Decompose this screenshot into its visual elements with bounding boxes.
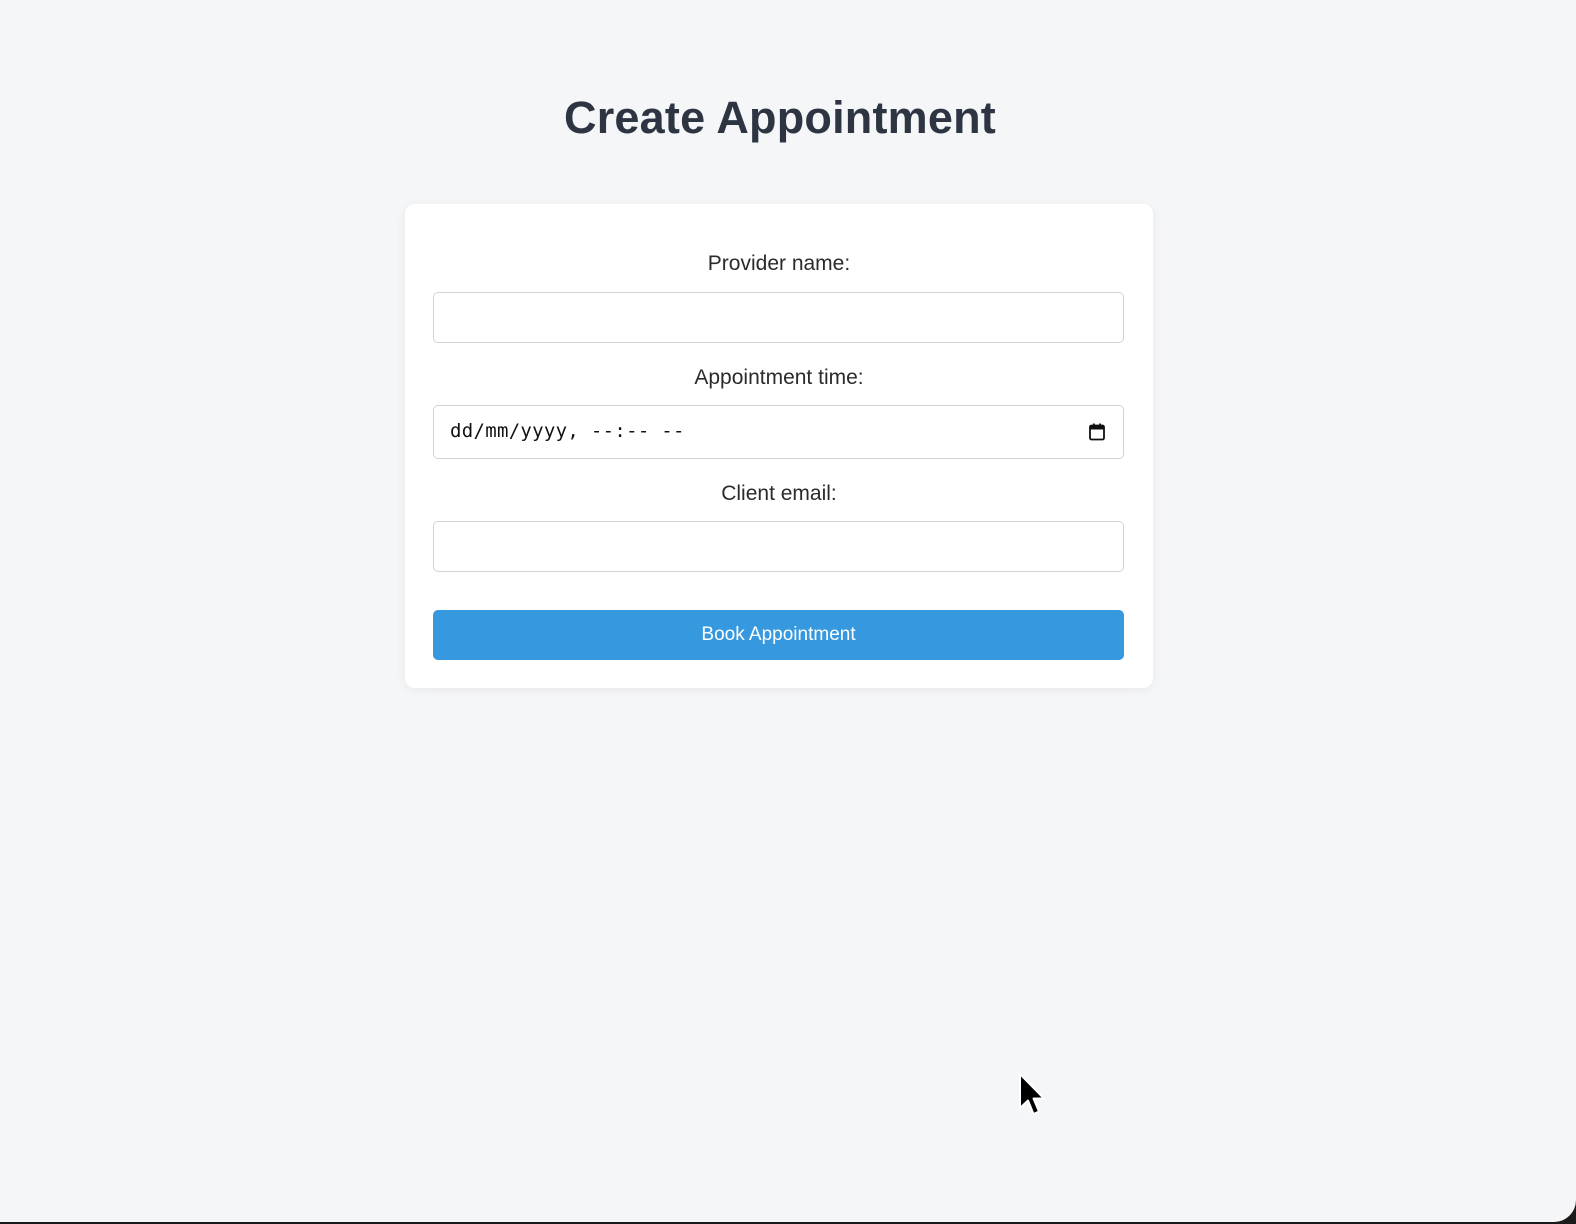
browser-viewport: Create Appointment Provider name: Appoin… [0,0,1576,1222]
client-email-input[interactable] [433,521,1124,572]
book-appointment-button[interactable]: Book Appointment [433,610,1124,660]
provider-name-label: Provider name: [707,252,851,275]
client-email-label: Client email: [721,482,837,505]
calendar-icon[interactable] [1089,423,1105,441]
cursor-icon [1019,1073,1045,1115]
page-title: Create Appointment [564,92,996,143]
provider-name-input[interactable] [433,292,1124,343]
appointment-time-placeholder: dd/mm/yyyy, --:-- -- [450,420,685,442]
appointment-time-label: Appointment time: [694,366,864,389]
appointment-form: Provider name: Appointment time: dd/mm/y… [405,204,1153,688]
appointment-time-input[interactable]: dd/mm/yyyy, --:-- -- [433,405,1124,459]
